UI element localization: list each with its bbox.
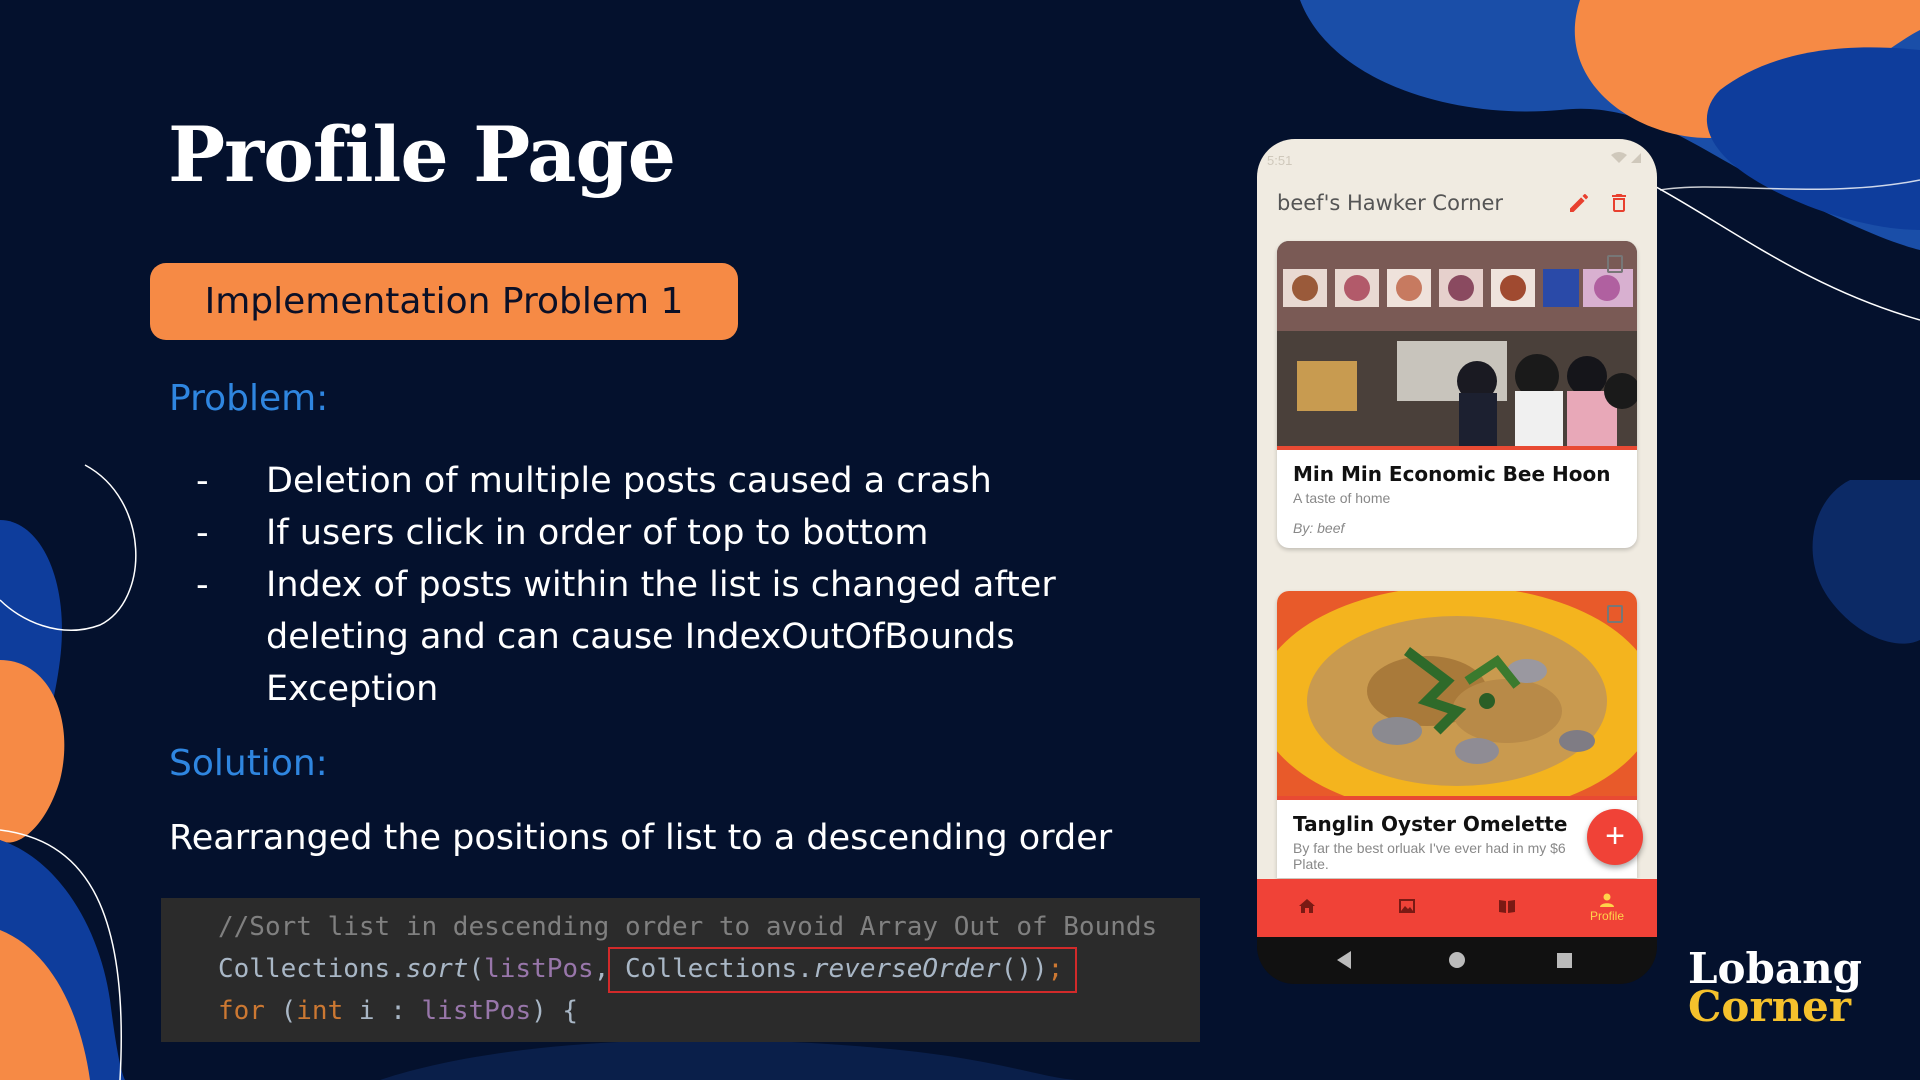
code-for-line: for (int i : listPos) { [218, 996, 579, 1026]
bookmark-icon[interactable] [1607, 255, 1623, 273]
bullet-dash: - [196, 565, 209, 605]
image-icon [1399, 899, 1415, 913]
oyster-omelette-photo [1277, 591, 1637, 796]
list-item: - If users click in order of top to botto… [196, 507, 1096, 559]
problem-text: Deletion of multiple posts caused a cras… [266, 461, 992, 501]
bullet-dash: - [196, 461, 209, 501]
solution-text: Rearranged the positions of list to a de… [169, 818, 1113, 858]
status-time: 5:51 [1267, 153, 1293, 168]
post-subtitle: By far the best orluak I've ever had in … [1293, 840, 1566, 872]
add-post-button[interactable]: + [1587, 809, 1643, 865]
nav-profile[interactable]: Profile [1557, 879, 1657, 937]
system-navigation-bar [1257, 937, 1657, 984]
bookmark-icon[interactable] [1607, 605, 1623, 623]
profile-title: beef's Hawker Corner [1277, 191, 1504, 215]
post-card-body: Min Min Economic Bee Hoon A taste of hom… [1277, 446, 1637, 548]
post-card-body: Tanglin Oyster Omelette By far the best … [1277, 796, 1637, 878]
solution-label: Solution: [169, 743, 328, 784]
back-icon [1337, 951, 1351, 969]
bottom-navigation: Profile [1257, 879, 1657, 937]
problem-list: - Deletion of multiple posts caused a cra… [196, 455, 1096, 715]
post-author: By: beef [1293, 520, 1345, 536]
lobang-corner-logo: Lobang Corner [1688, 944, 1863, 1031]
hawker-stall-photo [1277, 241, 1637, 446]
home-button-icon [1449, 952, 1465, 968]
recents-icon [1557, 953, 1572, 968]
nav-book[interactable] [1457, 879, 1557, 937]
post-title: Tanglin Oyster Omelette [1293, 812, 1568, 836]
book-icon [1499, 900, 1515, 913]
problem-text: Index of posts within the list is change… [266, 565, 1056, 709]
delete-icon[interactable] [1607, 191, 1633, 217]
post-subtitle: A taste of home [1293, 490, 1391, 506]
post-title: Min Min Economic Bee Hoon [1293, 462, 1611, 486]
edit-icon[interactable] [1567, 191, 1593, 217]
nav-profile-label: Profile [1589, 909, 1624, 923]
person-icon [1600, 893, 1614, 907]
nav-gallery[interactable] [1357, 879, 1457, 937]
phone-screen: 5:51 beef's Hawker Corner Min Min Econom… [1257, 139, 1657, 937]
problem-text: If users click in order of top to bottom [266, 513, 929, 553]
post-card[interactable]: Min Min Economic Bee Hoon A taste of hom… [1277, 241, 1637, 548]
code-highlight-box [608, 947, 1077, 993]
nav-home[interactable] [1257, 879, 1357, 937]
list-item: - Deletion of multiple posts caused a cra… [196, 455, 1096, 507]
list-item: - Index of posts within the list is chang… [196, 559, 1096, 715]
implementation-problem-pill: Implementation Problem 1 [150, 263, 738, 340]
problem-label: Problem: [169, 378, 329, 419]
home-icon [1299, 899, 1315, 913]
code-comment-line: //Sort list in descending order to avoid… [218, 912, 1158, 942]
phone-mockup: 5:51 beef's Hawker Corner Min Min Econom… [1257, 139, 1657, 984]
post-card[interactable]: Tanglin Oyster Omelette By far the best … [1277, 591, 1637, 878]
bullet-dash: - [196, 513, 209, 553]
status-icons [1609, 151, 1643, 168]
page-title: Profile Page [168, 110, 676, 199]
